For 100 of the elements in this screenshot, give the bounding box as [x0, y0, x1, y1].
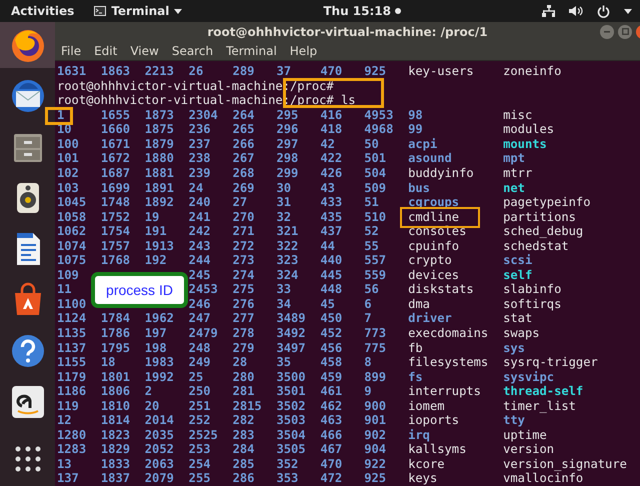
- file-name: sched_debug: [503, 224, 584, 238]
- minimize-button[interactable]: [600, 24, 614, 39]
- pid-directory: 246: [188, 296, 211, 311]
- pid-directory: 13: [57, 456, 72, 471]
- pid-directory: 2052: [144, 442, 174, 456]
- pid-directory: 448: [320, 282, 342, 296]
- pid-directory: 137: [57, 471, 79, 486]
- file-name: keys: [408, 471, 438, 486]
- pid-directory: 255: [188, 471, 211, 486]
- file-name: softirqs: [503, 296, 562, 311]
- power-icon[interactable]: [597, 4, 610, 18]
- menu-item[interactable]: Help: [288, 44, 318, 58]
- activities-button[interactable]: Activities: [8, 4, 78, 18]
- pid-directory: 1829: [100, 442, 130, 456]
- pid-directory: 253: [188, 442, 211, 456]
- pid-directory: 18: [100, 355, 116, 370]
- pid-directory: 1768: [100, 253, 130, 268]
- pid-directory: 3503: [276, 413, 306, 428]
- pid-directory: 3497: [276, 340, 306, 355]
- pid-directory: 251: [188, 398, 211, 413]
- pid-directory: 42: [320, 136, 335, 151]
- pid-directory: 289: [232, 64, 254, 78]
- directory-name: 98: [408, 108, 423, 122]
- caret-icon[interactable]: [624, 8, 632, 14]
- pid-directory: 278: [232, 326, 254, 340]
- pid-directory: 7: [364, 311, 372, 326]
- pid-directory: 197: [144, 326, 167, 340]
- menu-item[interactable]: Terminal: [225, 44, 278, 58]
- app-menu[interactable]: Terminal: [94, 4, 182, 18]
- pid-directory: 55: [364, 238, 379, 253]
- highlight-frame: [45, 107, 73, 125]
- file-name: timer_list: [503, 398, 576, 413]
- pid-directory: 3502: [276, 398, 306, 413]
- pid-directory: 463: [320, 413, 342, 428]
- clock[interactable]: Thu 15:18: [323, 4, 391, 18]
- caret-icon: [174, 8, 182, 14]
- pid-directory: 1992: [144, 370, 174, 384]
- pid-directory: 458: [320, 355, 342, 370]
- pid-directory: 271: [232, 224, 254, 238]
- terminal-icon: [94, 6, 106, 16]
- pid-directory: 418: [320, 122, 342, 136]
- pid-directory: 1801: [100, 370, 130, 384]
- pid-directory: 282: [232, 413, 254, 428]
- pid-directory: 900: [364, 398, 386, 413]
- pid-directory: 101: [57, 151, 79, 166]
- pid-directory: 31: [276, 195, 292, 210]
- pid-directory: 3504: [276, 428, 306, 442]
- network-icon[interactable]: [542, 5, 555, 17]
- pid-directory: 103: [57, 180, 79, 195]
- menu-item[interactable]: Edit: [93, 44, 118, 58]
- pid-directory: 279: [232, 340, 254, 355]
- pid-directory: 296: [276, 122, 298, 136]
- pid-directory: 470: [320, 456, 342, 471]
- file-name: kallsyms: [408, 442, 466, 456]
- pid-directory: 352: [276, 456, 298, 471]
- pid-directory: 459: [320, 370, 342, 384]
- menu-item[interactable]: File: [60, 44, 82, 58]
- pid-directory: 8: [364, 355, 372, 370]
- file-name: partitions: [503, 210, 576, 224]
- pid-directory: 1814: [100, 413, 130, 428]
- directory-name: irq: [408, 428, 430, 442]
- pid-directory: 450: [320, 311, 342, 326]
- pid-directory: 1962: [144, 311, 174, 326]
- pid-directory: 249: [188, 355, 211, 370]
- file-name: uptime: [503, 428, 547, 442]
- pid-directory: 1823: [100, 428, 130, 442]
- menu-item[interactable]: View: [129, 44, 160, 58]
- menu-item[interactable]: Search: [170, 44, 214, 58]
- pid-directory: 252: [188, 413, 211, 428]
- file-name: version_signature: [503, 456, 627, 471]
- pid-directory: 775: [364, 340, 386, 355]
- pid-directory: 323: [276, 253, 298, 268]
- pid-directory: 501: [364, 151, 386, 166]
- pid-directory: 321: [276, 224, 298, 238]
- pid-directory: 265: [232, 122, 254, 136]
- pid-directory: 2304: [188, 108, 218, 122]
- pid-directory: 1655: [100, 108, 130, 122]
- pid-directory: 267: [232, 151, 254, 166]
- maximize-button[interactable]: [618, 24, 632, 39]
- pid-directory: 2063: [144, 456, 174, 471]
- pid-directory: 237: [188, 136, 211, 151]
- pid-directory: 353: [276, 471, 298, 486]
- pid-directory: 1754: [100, 224, 130, 238]
- pid-directory: 1879: [144, 136, 174, 151]
- pid-directory: 1100: [57, 296, 86, 311]
- pid-directory: 28: [232, 355, 248, 370]
- volume-icon[interactable]: [569, 5, 583, 17]
- pid-directory: 1757: [100, 238, 130, 253]
- directory-name: sys: [503, 340, 525, 355]
- directory-name: cgroups: [408, 195, 460, 210]
- file-name: ioports: [408, 413, 460, 428]
- directory-name: scsi: [503, 253, 532, 268]
- pid-directory: 274: [232, 268, 254, 282]
- pid-directory: 2453: [188, 282, 218, 296]
- pid-directory: 1075: [57, 253, 86, 268]
- directory-name: bus: [408, 180, 430, 195]
- pid-directory: 445: [320, 268, 342, 282]
- pid-directory: 264: [232, 108, 254, 122]
- pid-directory: 456: [320, 340, 342, 355]
- file-name: version: [503, 442, 554, 456]
